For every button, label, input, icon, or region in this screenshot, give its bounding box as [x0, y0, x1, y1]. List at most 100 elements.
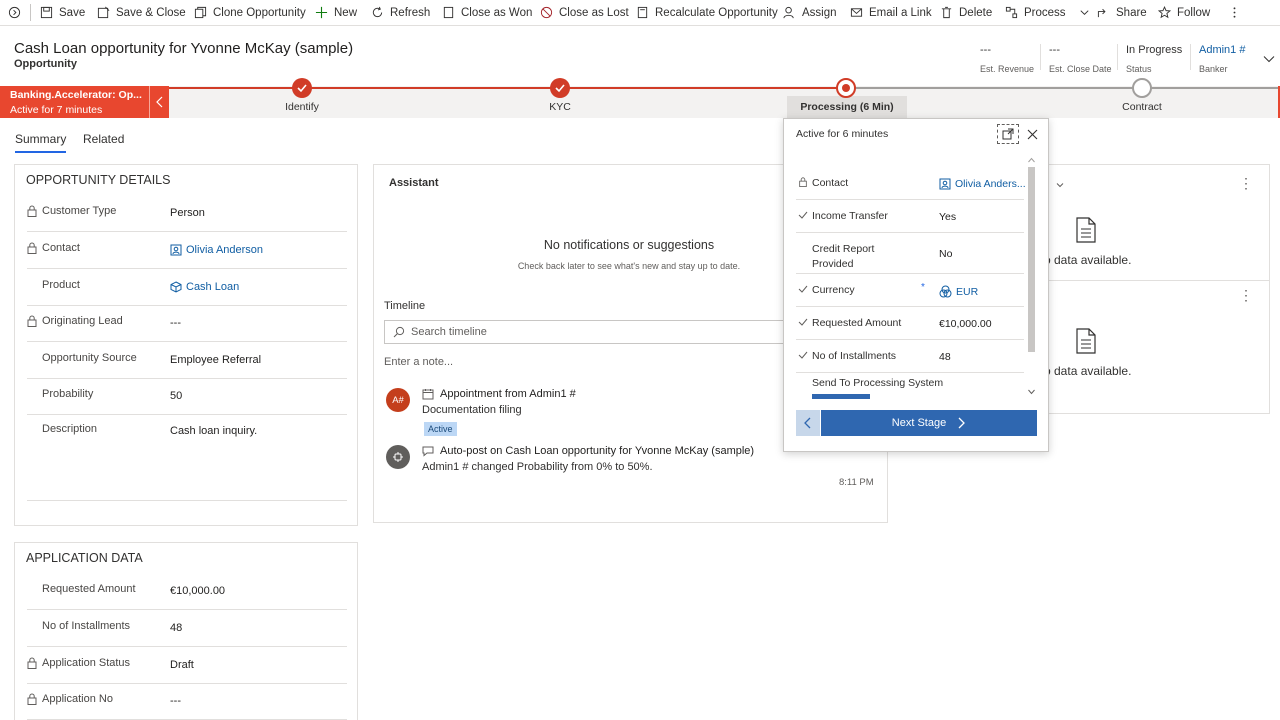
header-expand-chevron-icon[interactable]: [1262, 52, 1276, 66]
field-value[interactable]: €10,000.00: [170, 585, 225, 597]
field-value[interactable]: Yes: [939, 211, 956, 223]
field-value[interactable]: ---: [170, 695, 181, 707]
tab-summary[interactable]: Summary: [15, 132, 67, 153]
dock-flyout-button[interactable]: [997, 124, 1019, 144]
application-data-section: APPLICATION DATA Requested Amount €10,00…: [14, 542, 358, 720]
field-value[interactable]: 50: [170, 390, 182, 402]
more-commands-button[interactable]: [1228, 0, 1241, 25]
new-button[interactable]: New: [315, 0, 357, 25]
field-label: Currency: [812, 284, 855, 296]
share-label: Share: [1116, 6, 1147, 19]
next-stage-button[interactable]: Next Stage: [821, 410, 1037, 436]
timeline-timestamp: 8:11 PM: [839, 477, 874, 488]
field-value[interactable]: Employee Referral: [170, 354, 261, 366]
checkmark-icon: [798, 285, 808, 293]
assign-label: Assign: [802, 6, 837, 19]
process-name-flag[interactable]: Banking.Accelerator: Op... Active for 7 …: [0, 86, 169, 118]
recalculate-button[interactable]: Recalculate Opportunity: [636, 0, 778, 25]
field-value[interactable]: 48: [939, 351, 951, 363]
flyout-scrollbar[interactable]: [1027, 157, 1036, 397]
timeline-note-input[interactable]: Enter a note...: [384, 356, 453, 368]
flyout-field-contact: Contact Olivia Anders...: [796, 167, 1026, 200]
processing-toggle[interactable]: [812, 394, 870, 399]
delete-button[interactable]: Delete: [940, 0, 992, 25]
est-revenue-field: --- Est. Revenue: [980, 44, 1034, 74]
stage-contract-dot[interactable]: [1132, 78, 1152, 98]
stage-identify-dot[interactable]: [292, 78, 312, 98]
est-close-date-value: ---: [1049, 44, 1060, 56]
save-close-button[interactable]: Save & Close: [97, 0, 186, 25]
field-contact: Contact Olivia Anderson: [27, 232, 347, 269]
back-button[interactable]: [8, 0, 21, 25]
field-label: Application No: [42, 693, 113, 705]
flyout-active-time: Active for 6 minutes: [796, 128, 889, 140]
person-icon: [783, 6, 794, 19]
bpf-collapse-button[interactable]: [149, 86, 169, 118]
stage-contract-label[interactable]: Contract: [1122, 101, 1162, 113]
share-button[interactable]: Share: [1097, 0, 1147, 25]
more-vertical-icon: [1233, 7, 1236, 18]
command-bar: Save Save & Close Clone Opportunity New …: [0, 0, 1280, 26]
save-close-label: Save & Close: [116, 6, 186, 19]
previous-stage-button[interactable]: [796, 410, 820, 436]
est-revenue-value: ---: [980, 44, 991, 56]
stage-processing-dot[interactable]: [836, 78, 856, 98]
contact-name: Olivia Anders...: [955, 178, 1026, 190]
save-button[interactable]: Save: [40, 0, 85, 25]
timeline-search-input[interactable]: Search timeline: [384, 320, 804, 344]
banker-value[interactable]: Admin1 #: [1199, 44, 1245, 58]
close-as-lost-button[interactable]: Close as Lost: [540, 0, 629, 25]
field-value[interactable]: 48: [170, 622, 182, 634]
checkmark-icon: [798, 351, 808, 359]
close-flyout-button[interactable]: [1021, 124, 1043, 144]
scrollbar-thumb[interactable]: [1028, 167, 1035, 352]
field-label: No of Installments: [42, 620, 131, 632]
contact-card-icon: [170, 244, 182, 256]
email-link-button[interactable]: Email a Link: [850, 0, 932, 25]
more-options-icon[interactable]: ⋮: [1239, 175, 1253, 192]
contact-link[interactable]: Olivia Anderson: [170, 244, 263, 256]
field-value[interactable]: Cash loan inquiry.: [170, 425, 257, 437]
tab-related[interactable]: Related: [83, 132, 124, 146]
field-label: Product: [42, 279, 80, 291]
status-label: Status: [1126, 64, 1152, 74]
delete-label: Delete: [959, 6, 993, 19]
section-title: OPPORTUNITY DETAILS: [26, 173, 171, 187]
field-value[interactable]: No: [939, 248, 952, 260]
chevron-left-icon: [155, 96, 162, 108]
clone-opportunity-button[interactable]: Clone Opportunity: [194, 0, 306, 25]
follow-button[interactable]: Follow: [1158, 0, 1210, 25]
stage-kyc-label[interactable]: KYC: [549, 101, 571, 113]
field-label: Contact: [812, 177, 849, 189]
field-label: Customer Type: [42, 205, 117, 217]
field-label: Income Transfer: [812, 210, 888, 222]
stage-identify-label[interactable]: Identify: [285, 101, 319, 113]
close-as-won-button[interactable]: Close as Won: [442, 0, 532, 25]
field-value[interactable]: Draft: [170, 659, 194, 671]
chevron-down-icon[interactable]: [1055, 180, 1065, 190]
more-options-icon[interactable]: ⋮: [1239, 287, 1253, 304]
banker-label: Banker: [1199, 64, 1228, 74]
contact-link[interactable]: Olivia Anders...: [939, 178, 1026, 190]
field-probability: Probability 50: [27, 378, 347, 415]
product-link[interactable]: Cash Loan: [170, 281, 239, 293]
no-data-message: o data available.: [1044, 364, 1132, 378]
page-title: Cash Loan opportunity for Yvonne McKay (…: [14, 40, 354, 57]
est-close-date-field: --- Est. Close Date: [1049, 44, 1112, 74]
stage-processing-label[interactable]: Processing (6 Min): [800, 101, 893, 113]
field-value[interactable]: €10,000.00: [939, 318, 992, 330]
business-process-flow: Banking.Accelerator: Op... Active for 7 …: [0, 78, 1280, 118]
field-requested-amount: Requested Amount €10,000.00: [27, 573, 347, 610]
active-stage-dot-icon: [842, 84, 850, 92]
refresh-button[interactable]: Refresh: [371, 0, 430, 25]
field-description: Description Cash loan inquiry.: [27, 413, 347, 501]
field-value[interactable]: ---: [170, 317, 181, 329]
field-value[interactable]: Person: [170, 207, 205, 219]
banker-field: Admin1 # Banker: [1199, 44, 1245, 74]
process-button[interactable]: Process: [1005, 0, 1091, 25]
assign-button[interactable]: Assign: [783, 0, 837, 25]
save-close-icon: [97, 6, 110, 19]
opportunity-details-section: OPPORTUNITY DETAILS Customer Type Person…: [14, 164, 358, 526]
currency-link[interactable]: EUR: [939, 285, 978, 298]
stage-kyc-dot[interactable]: [550, 78, 570, 98]
